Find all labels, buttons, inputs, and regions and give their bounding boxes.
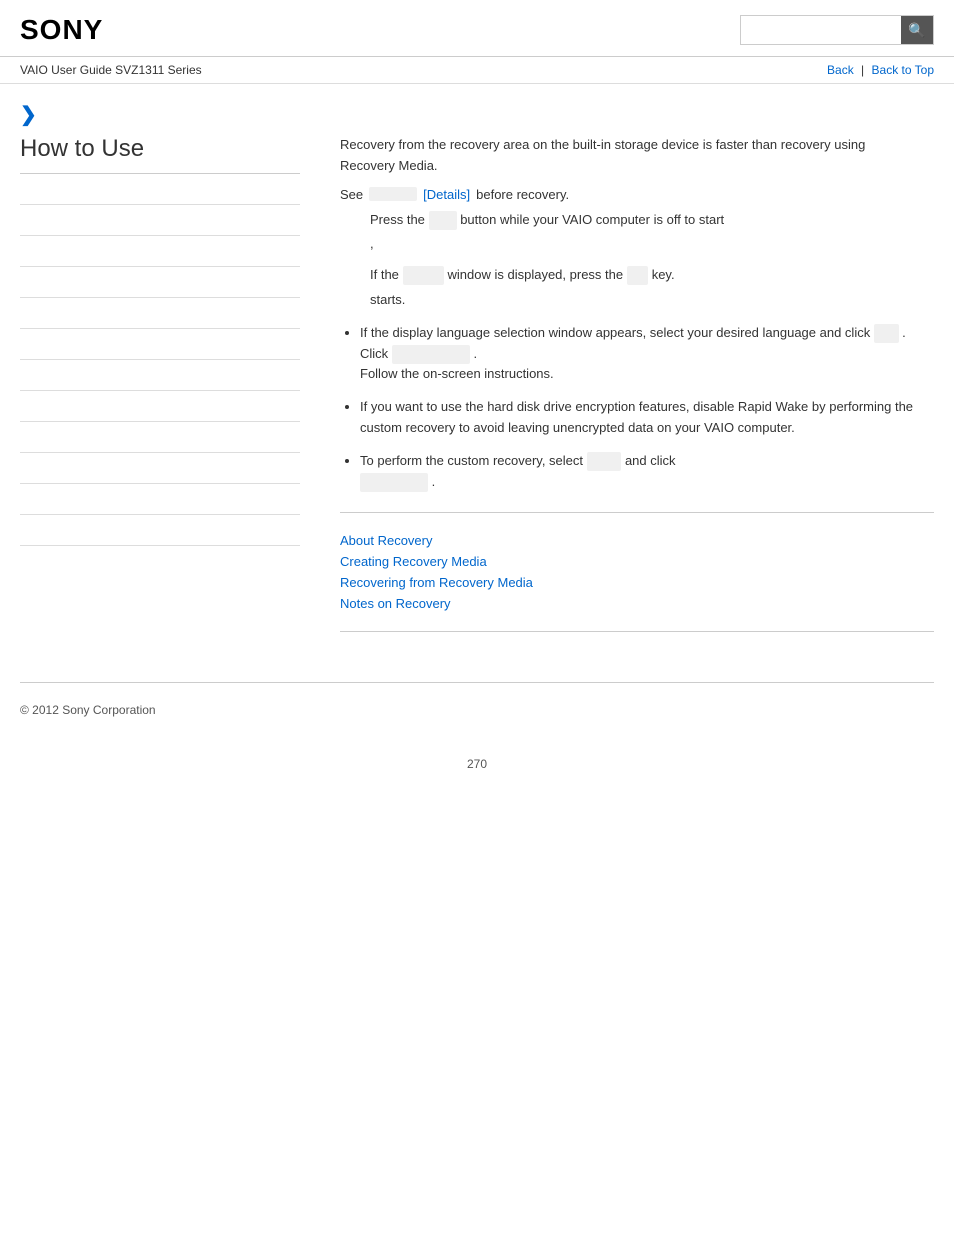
see-label: See	[340, 187, 363, 202]
click-label: Click	[360, 346, 388, 361]
if-paragraph: If the window is displayed, press the ke…	[370, 265, 934, 286]
sidebar-item[interactable]	[20, 484, 300, 515]
bullet-list-3: To perform the custom recovery, select a…	[360, 451, 934, 493]
footer: © 2012 Sony Corporation	[0, 683, 954, 737]
sidebar-item[interactable]	[20, 391, 300, 422]
search-icon: 🔍	[908, 22, 925, 39]
bullet-list: If the display language selection window…	[360, 323, 934, 385]
sidebar-item[interactable]	[20, 453, 300, 484]
about-recovery-link[interactable]: About Recovery	[340, 533, 934, 548]
sidebar-item[interactable]	[20, 515, 300, 546]
intro-line1: Recovery from the recovery area on the b…	[340, 137, 865, 152]
bullet-list-2: If you want to use the hard disk drive e…	[360, 397, 934, 439]
search-box: 🔍	[740, 15, 934, 45]
sidebar: How to Use	[20, 135, 320, 682]
before-recovery: before recovery.	[476, 187, 569, 202]
key-label: key.	[652, 267, 675, 282]
sidebar-item[interactable]	[20, 422, 300, 453]
press-rest: button while your VAIO computer is off t…	[460, 212, 724, 227]
intro-paragraph: Recovery from the recovery area on the b…	[340, 135, 934, 177]
header: SONY 🔍	[0, 0, 954, 57]
press-block: Press the button while your VAIO compute…	[340, 210, 934, 256]
bullet3-prefix: To perform the custom recovery, select	[360, 453, 583, 468]
follow-label: Follow the on-screen instructions.	[360, 366, 554, 381]
search-button[interactable]: 🔍	[901, 16, 933, 44]
back-to-top-link[interactable]: Back to Top	[872, 63, 934, 77]
details-link[interactable]: [Details]	[423, 187, 470, 202]
sidebar-item[interactable]	[20, 267, 300, 298]
press-btn-placeholder	[429, 211, 457, 230]
related-links: About Recovery Creating Recovery Media R…	[340, 533, 934, 611]
sony-logo: SONY	[20, 14, 103, 46]
sidebar-item[interactable]	[20, 174, 300, 205]
see-row: See [Details] before recovery.	[340, 187, 934, 202]
search-input[interactable]	[741, 16, 901, 44]
click-action-placeholder	[392, 345, 470, 364]
bullet1-text: If the display language selection window…	[360, 325, 870, 340]
main-content: How to Use Recovery from the recovery ar…	[0, 135, 954, 682]
breadcrumb: ❯	[0, 84, 954, 135]
if-label: If the	[370, 267, 399, 282]
sidebar-title: How to Use	[20, 135, 300, 174]
bullet3-click-placeholder	[360, 473, 428, 492]
bullet2-text: If you want to use the hard disk drive e…	[360, 399, 913, 435]
click-rest: .	[902, 325, 906, 340]
bullet-item-1: If the display language selection window…	[360, 323, 934, 385]
window-displayed: window is displayed, press the	[448, 267, 624, 282]
nav-separator: |	[861, 63, 864, 77]
comma-paragraph: ,	[370, 234, 934, 255]
if-window-placeholder	[403, 266, 444, 285]
nav-links: Back | Back to Top	[827, 63, 934, 77]
content-divider	[340, 512, 934, 513]
content-area: Recovery from the recovery area on the b…	[320, 135, 934, 682]
if-block: If the window is displayed, press the ke…	[340, 265, 934, 311]
recovering-from-recovery-media-link[interactable]: Recovering from Recovery Media	[340, 575, 934, 590]
nav-bar: VAIO User Guide SVZ1311 Series Back | Ba…	[0, 57, 954, 84]
press-label: Press the	[370, 212, 425, 227]
bullet3-and-click: and click	[625, 453, 676, 468]
back-link[interactable]: Back	[827, 63, 854, 77]
intro-line2: Recovery Media.	[340, 158, 438, 173]
notes-on-recovery-link[interactable]: Notes on Recovery	[340, 596, 934, 611]
guide-title: VAIO User Guide SVZ1311 Series	[20, 63, 202, 77]
key-placeholder	[627, 266, 648, 285]
bullet-item-3: To perform the custom recovery, select a…	[360, 451, 934, 493]
breadcrumb-arrow[interactable]: ❯	[20, 104, 37, 126]
bullet3-select-placeholder	[587, 452, 622, 471]
bullet-item-2: If you want to use the hard disk drive e…	[360, 397, 934, 439]
starts-paragraph: starts.	[370, 290, 934, 311]
see-placeholder	[369, 187, 417, 201]
sidebar-item[interactable]	[20, 205, 300, 236]
content-divider-bottom	[340, 631, 934, 632]
press-paragraph: Press the button while your VAIO compute…	[370, 210, 934, 231]
sidebar-item[interactable]	[20, 329, 300, 360]
sidebar-item[interactable]	[20, 360, 300, 391]
sidebar-item[interactable]	[20, 236, 300, 267]
sidebar-item[interactable]	[20, 298, 300, 329]
creating-recovery-media-link[interactable]: Creating Recovery Media	[340, 554, 934, 569]
page-number: 270	[0, 737, 954, 781]
copyright: © 2012 Sony Corporation	[20, 703, 156, 717]
click-placeholder	[874, 324, 899, 343]
